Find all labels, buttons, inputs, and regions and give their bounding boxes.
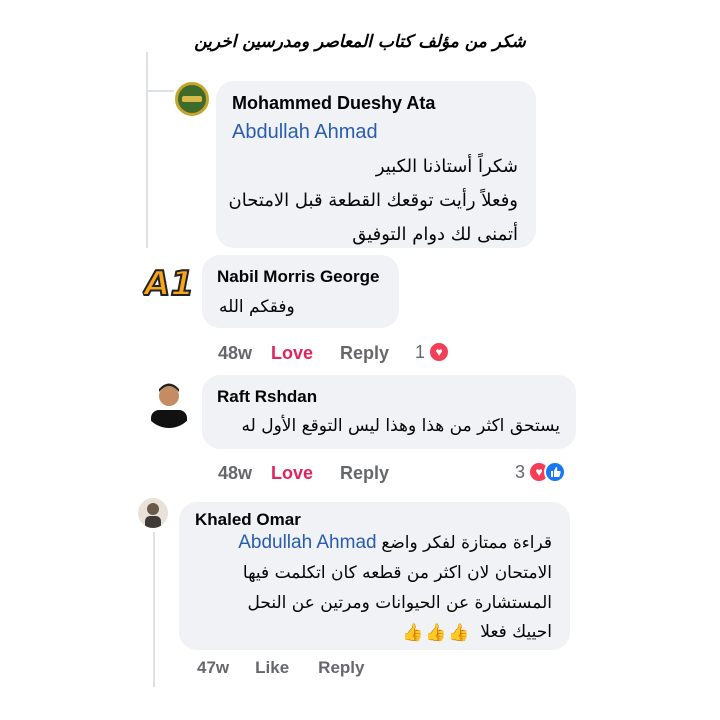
comment-bubble: Raft Rshdan يستحق اكثر من هذا وهذا ليس ا… bbox=[202, 375, 576, 449]
comment-bubble: Khaled Omar قراءة ممتازة لفكر واضع Abdul… bbox=[179, 502, 570, 650]
thumbs-up-icon: 👍 bbox=[425, 622, 447, 642]
person-avatar-icon bbox=[145, 503, 161, 528]
reply-button[interactable]: Reply bbox=[318, 658, 364, 678]
thumbs-up-icon: 👍 bbox=[402, 622, 424, 642]
like-icon bbox=[544, 461, 567, 483]
comment-text: وفعلاً رأيت توقعك القطعة قبل الامتحان bbox=[228, 190, 519, 211]
comment-text: يستحق اكثر من هذا وهذا ليس التوقع الأول … bbox=[241, 416, 560, 436]
love-button[interactable]: Love bbox=[271, 343, 313, 364]
comment-text: احييك فعلا 👍 👍 👍 bbox=[402, 622, 552, 643]
reaction-summary[interactable]: 1 ♥ bbox=[415, 341, 451, 363]
avatar[interactable]: A1 bbox=[141, 256, 197, 312]
reply-button[interactable]: Reply bbox=[340, 463, 389, 484]
reaction-count: 3 bbox=[515, 461, 526, 482]
person-avatar-icon bbox=[151, 383, 187, 428]
comment-actions: 48w Love Reply bbox=[218, 343, 389, 364]
mention-link[interactable]: Abdullah Ahmad bbox=[232, 121, 378, 144]
thumbs-up-icon: 👍 bbox=[448, 622, 470, 642]
comment-text: قراءة ممتازة لفكر واضع Abdullah Ahmad bbox=[238, 532, 552, 554]
thread-line bbox=[146, 90, 174, 92]
thread-line bbox=[146, 52, 148, 248]
comment-text: الامتحان لان اكثر من قطعه كان اتكلمت فيه… bbox=[242, 563, 552, 583]
avatar[interactable] bbox=[138, 498, 168, 528]
avatar[interactable] bbox=[143, 376, 195, 428]
love-button[interactable]: Love bbox=[271, 463, 313, 484]
comment-text: وفقكم الله bbox=[219, 297, 295, 317]
comment-time[interactable]: 47w bbox=[197, 658, 229, 678]
comment-text-part: قراءة ممتازة لفكر واضع bbox=[381, 533, 552, 553]
banner-title: شكر من مؤلف كتاب المعاصر ومدرسين اخرين bbox=[194, 32, 526, 52]
comment-text: شكراً أستاذنا الكبير bbox=[375, 156, 518, 177]
comment-bubble: Mohammed Dueshy Ata Abdullah Ahmad شكراً… bbox=[216, 81, 536, 248]
avatar[interactable] bbox=[175, 82, 209, 116]
comment-actions: 48w Love Reply bbox=[218, 463, 389, 484]
comment-author[interactable]: Raft Rshdan bbox=[217, 387, 317, 407]
comment-text-part: احييك فعلا bbox=[480, 622, 552, 642]
comment-text: أتمنى لك دوام التوفيق bbox=[352, 224, 518, 245]
thread-line bbox=[153, 532, 155, 687]
comment-author[interactable]: Nabil Morris George bbox=[217, 267, 379, 287]
reaction-count: 1 bbox=[415, 341, 426, 362]
comment-time[interactable]: 48w bbox=[218, 463, 252, 484]
reply-button[interactable]: Reply bbox=[340, 343, 389, 364]
reaction-summary[interactable]: 3 ♥ bbox=[515, 461, 567, 483]
comment-text: المستشارة عن الحيوانات ومرتين عن النحل bbox=[247, 593, 552, 613]
like-button[interactable]: Like bbox=[255, 658, 289, 678]
comment-time[interactable]: 48w bbox=[218, 343, 252, 364]
comment-actions: 47w Like Reply bbox=[197, 658, 364, 678]
comment-author[interactable]: Mohammed Dueshy Ata bbox=[232, 93, 435, 114]
comment-bubble: Nabil Morris George وفقكم الله bbox=[202, 255, 399, 328]
comment-author[interactable]: Khaled Omar bbox=[195, 510, 301, 530]
heart-icon: ♥ bbox=[428, 341, 451, 363]
thumbs-up-emojis: 👍 👍 👍 bbox=[402, 623, 470, 643]
a1-logo: A1 bbox=[143, 263, 195, 305]
mention-link[interactable]: Abdullah Ahmad bbox=[238, 532, 376, 553]
